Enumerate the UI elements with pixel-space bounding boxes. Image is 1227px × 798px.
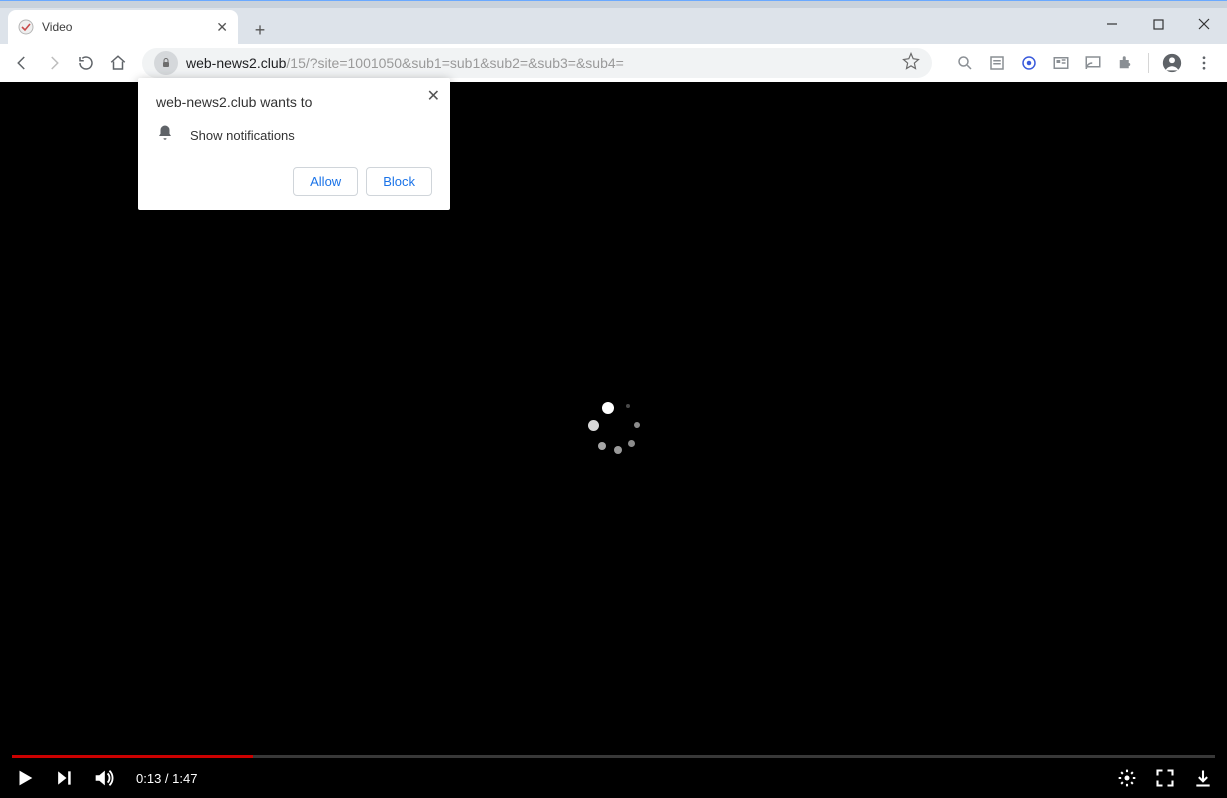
video-controls-bar: 0:13 / 1:47 bbox=[0, 758, 1227, 798]
news-icon[interactable] bbox=[1050, 52, 1072, 74]
play-button[interactable] bbox=[14, 767, 36, 789]
tab-title: Video bbox=[42, 20, 208, 34]
new-tab-button[interactable]: + bbox=[246, 16, 274, 44]
dialog-close-button[interactable]: ✕ bbox=[427, 86, 440, 106]
video-current-time: 0:13 bbox=[136, 771, 161, 786]
reader-icon[interactable] bbox=[986, 52, 1008, 74]
home-button[interactable] bbox=[104, 49, 132, 77]
settings-button[interactable] bbox=[1117, 768, 1137, 788]
window-maximize-button[interactable] bbox=[1135, 8, 1181, 40]
reload-button[interactable] bbox=[72, 49, 100, 77]
address-bar[interactable]: web-news2.club/15/?site=1001050&sub1=sub… bbox=[142, 48, 932, 78]
browser-menu-button[interactable] bbox=[1193, 52, 1215, 74]
back-button[interactable] bbox=[8, 49, 36, 77]
bookmark-star-icon[interactable] bbox=[902, 52, 920, 75]
video-duration: 1:47 bbox=[172, 771, 197, 786]
tab-favicon bbox=[18, 19, 34, 35]
puzzle-icon[interactable] bbox=[1114, 52, 1136, 74]
loading-spinner-icon bbox=[584, 400, 644, 460]
site-info-lock-icon[interactable] bbox=[154, 51, 178, 75]
tab-close-button[interactable]: ✕ bbox=[216, 19, 228, 36]
tab-strip: Video ✕ + bbox=[0, 8, 1227, 44]
toolbar-separator bbox=[1148, 53, 1149, 73]
url-path: /15/?site=1001050&sub1=sub1&sub2=&sub3=&… bbox=[286, 55, 623, 71]
forward-button[interactable] bbox=[40, 49, 68, 77]
next-button[interactable] bbox=[54, 768, 74, 788]
browser-toolbar: web-news2.club/15/?site=1001050&sub1=sub… bbox=[0, 44, 1227, 82]
block-button[interactable]: Block bbox=[366, 167, 432, 196]
browser-tab[interactable]: Video ✕ bbox=[8, 10, 238, 44]
url-host: web-news2.club bbox=[186, 55, 286, 71]
bell-icon bbox=[156, 124, 174, 147]
target-icon[interactable] bbox=[1018, 52, 1040, 74]
dialog-request-text: Show notifications bbox=[190, 128, 295, 143]
extension-icons-area bbox=[942, 52, 1219, 74]
allow-button[interactable]: Allow bbox=[293, 167, 358, 196]
notification-permission-dialog: ✕ web-news2.club wants to Show notificat… bbox=[138, 78, 450, 210]
dialog-title: web-news2.club wants to bbox=[156, 94, 432, 110]
cast-icon[interactable] bbox=[1082, 52, 1104, 74]
window-minimize-button[interactable] bbox=[1089, 8, 1135, 40]
zoom-icon[interactable] bbox=[954, 52, 976, 74]
window-controls bbox=[1089, 8, 1227, 40]
fullscreen-button[interactable] bbox=[1155, 768, 1175, 788]
download-button[interactable] bbox=[1193, 768, 1213, 788]
video-time-display: 0:13 / 1:47 bbox=[136, 771, 197, 786]
window-close-button[interactable] bbox=[1181, 8, 1227, 40]
profile-avatar-icon[interactable] bbox=[1161, 52, 1183, 74]
volume-button[interactable] bbox=[92, 767, 114, 789]
url-text: web-news2.club/15/?site=1001050&sub1=sub… bbox=[186, 55, 624, 71]
window-titlebar bbox=[0, 0, 1227, 8]
